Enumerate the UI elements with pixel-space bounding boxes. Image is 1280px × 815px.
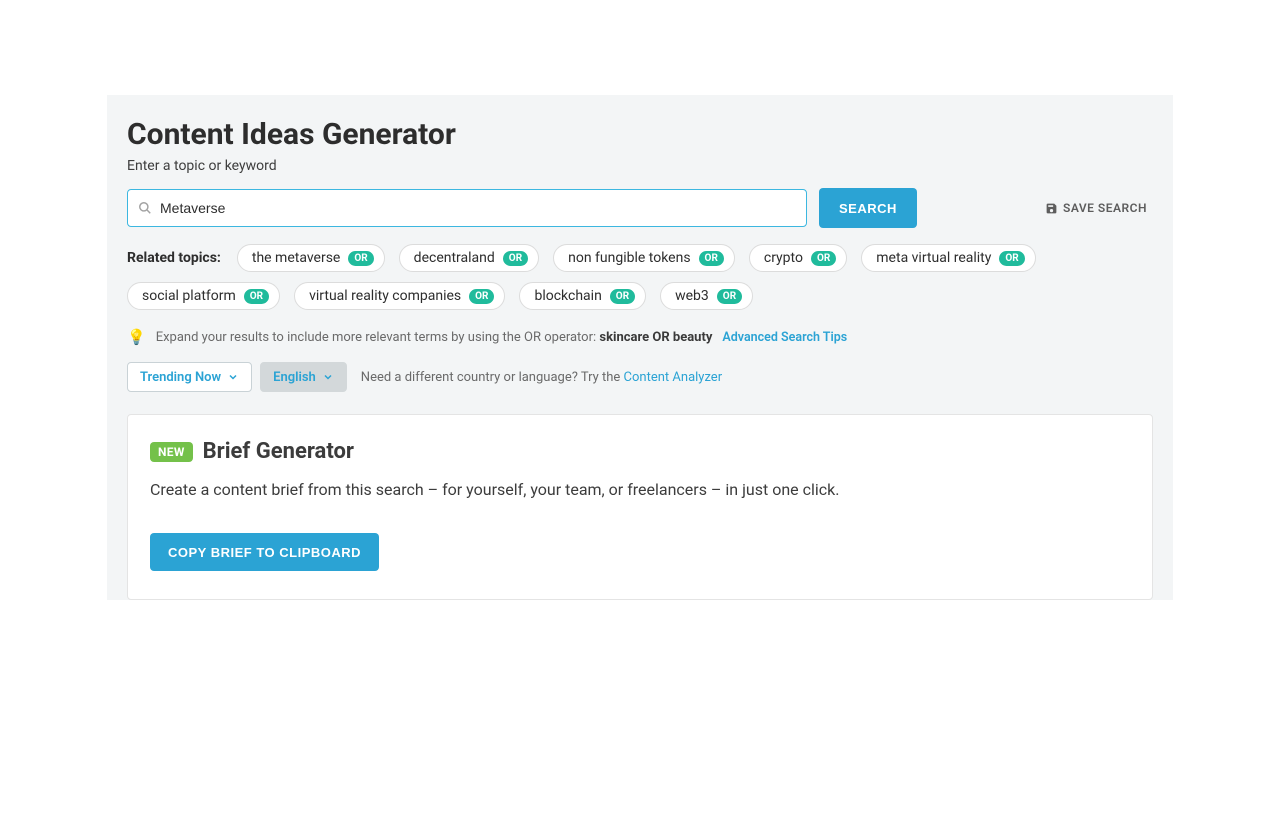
topic-chip[interactable]: virtual reality companiesOR <box>294 282 505 310</box>
search-row: SEARCH SAVE SEARCH <box>127 188 1153 228</box>
topic-chip[interactable]: meta virtual realityOR <box>861 244 1035 272</box>
brief-title: Brief Generator <box>203 439 354 464</box>
related-label: Related topics: <box>127 250 221 266</box>
topic-chip[interactable]: blockchainOR <box>519 282 646 310</box>
topic-chip[interactable]: cryptoOR <box>749 244 847 272</box>
new-badge: NEW <box>150 442 193 462</box>
content-ideas-panel: Content Ideas Generator Enter a topic or… <box>107 95 1173 600</box>
search-icon <box>138 201 152 215</box>
topic-chip[interactable]: web3OR <box>660 282 753 310</box>
filter-note: Need a different country or language? Tr… <box>361 370 722 385</box>
content-analyzer-link[interactable]: Content Analyzer <box>624 370 723 385</box>
brief-description: Create a content brief from this search … <box>150 480 1130 499</box>
lightbulb-icon: 💡 <box>127 328 146 346</box>
trending-now-dropdown[interactable]: Trending Now <box>127 362 252 392</box>
save-search-label: SAVE SEARCH <box>1063 201 1147 215</box>
save-search-button[interactable]: SAVE SEARCH <box>1045 201 1153 215</box>
related-topics: Related topics: the metaverseOR decentra… <box>127 244 1153 310</box>
brief-heading: NEW Brief Generator <box>150 439 1130 464</box>
copy-brief-button[interactable]: COPY BRIEF TO CLIPBOARD <box>150 533 379 571</box>
tip-text: Expand your results to include more rele… <box>156 330 713 345</box>
page-title: Content Ideas Generator <box>127 117 1153 152</box>
advanced-search-tips-link[interactable]: Advanced Search Tips <box>722 330 847 345</box>
page-subtitle: Enter a topic or keyword <box>127 158 1153 174</box>
search-input[interactable] <box>160 200 796 216</box>
search-button[interactable]: SEARCH <box>819 188 917 228</box>
topic-chip[interactable]: the metaverseOR <box>237 244 385 272</box>
topic-chip[interactable]: decentralandOR <box>399 244 539 272</box>
topic-chip[interactable]: non fungible tokensOR <box>553 244 735 272</box>
tip-row: 💡 Expand your results to include more re… <box>127 328 1153 346</box>
language-dropdown[interactable]: English <box>260 362 347 392</box>
brief-generator-card: NEW Brief Generator Create a content bri… <box>127 414 1153 600</box>
topic-chip[interactable]: social platformOR <box>127 282 280 310</box>
filter-row: Trending Now English Need a different co… <box>127 362 1153 392</box>
chevron-down-icon <box>322 371 334 383</box>
search-input-wrap <box>127 189 807 227</box>
save-icon <box>1045 202 1058 215</box>
chevron-down-icon <box>227 371 239 383</box>
